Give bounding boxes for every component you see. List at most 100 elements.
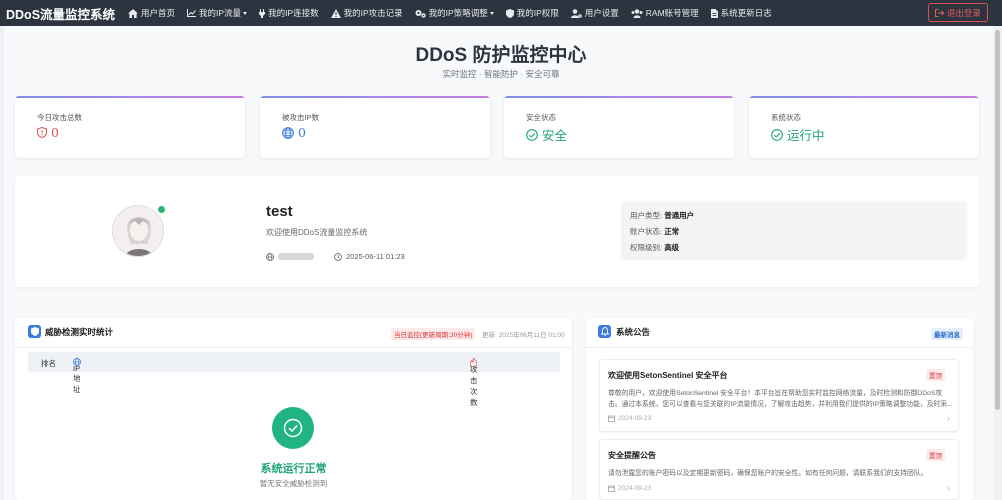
info-permission-level: 权限级别: 高级	[630, 242, 679, 253]
sign-out-icon	[934, 8, 944, 17]
avatar-illustration	[113, 206, 163, 256]
stat-label: 被攻击IP数	[282, 113, 320, 122]
clock-icon	[334, 252, 342, 261]
nav-item-attack-records[interactable]: 我的IP攻击记录	[325, 0, 409, 26]
globe-icon	[266, 252, 274, 261]
col-rank: 排名	[41, 359, 56, 368]
system-ok-badge	[272, 407, 314, 449]
date-text: 2024-09-23	[618, 415, 652, 422]
col-ip-label: IP 地址	[73, 364, 81, 394]
gears-icon	[415, 9, 426, 18]
stat-value: 0	[282, 125, 306, 140]
stat-text: 运行中	[787, 128, 825, 143]
calendar-icon	[608, 485, 615, 492]
warning-icon	[330, 8, 341, 18]
calendar-icon	[608, 415, 615, 422]
announcements-card: 系统公告 最新消息 欢迎使用SetonSentinel 安全平台 置顶 尊敬的用…	[586, 318, 973, 500]
shield-alert-icon	[37, 127, 47, 138]
table-header: 排名 IP 地址 攻击次数	[28, 352, 560, 407]
nav-item-label: 用户设置	[584, 8, 619, 18]
threat-stats-card: 威胁检测实时统计 当日监控(更新周期:30分钟) 更新: 2025年06月11日…	[15, 318, 572, 500]
profile-meta: 2025-06-11 01:23	[266, 252, 405, 261]
nav-item-ip-connections[interactable]: 我的IP连接数	[253, 0, 325, 26]
announcement-title: 安全提醒公告	[608, 451, 656, 460]
info-label: 用户类型:	[630, 211, 663, 220]
info-value: 正常	[664, 227, 680, 236]
logout-label: 退出登录	[946, 7, 981, 18]
stat-card-system-status: 系统状态 运行中	[749, 96, 979, 158]
pinned-badge: 置顶	[926, 449, 945, 461]
scrollbar-thumb[interactable]	[995, 30, 1000, 410]
nav-item-label: 我的IP流量	[199, 8, 242, 18]
stat-value: 运行中	[771, 125, 825, 144]
account-info-box: 用户类型: 普通用户 账户状态: 正常 权限级别: 高级	[622, 201, 966, 258]
announcement-date: 2024-09-23	[608, 415, 651, 422]
top-navbar: DDoS流量监控系统 用户首页 我的IP流量 我的IP连接数 我的IP攻击记录 …	[0, 0, 1002, 26]
card-header: 威胁检测实时统计 当日监控(更新周期:30分钟) 更新: 2025年06月11日…	[15, 318, 572, 348]
card-accent	[504, 96, 734, 98]
announcement-body: 请勿泄露您的账户密码以及定期更新密码，确保您账户的安全性。如有任何问题，请联系我…	[608, 470, 928, 477]
logout-button[interactable]: 退出登录	[927, 3, 988, 22]
brand-title[interactable]: DDoS流量监控系统	[0, 4, 122, 23]
info-value: 普通用户	[664, 211, 695, 220]
stat-card-attacks-today: 今日攻击总数 0	[15, 96, 245, 158]
date-text: 2024-09-23	[618, 485, 652, 492]
nav-item-ip-traffic[interactable]: 我的IP流量	[181, 0, 253, 26]
nav-item-label: 我的IP攻击记录	[343, 8, 403, 18]
update-time: 更新: 2025年06月11日 01:00	[482, 332, 565, 339]
announcement-title: 欢迎使用SetonSentinel 安全平台	[608, 371, 728, 380]
col-ip: IP 地址	[73, 358, 85, 394]
info-user-type: 用户类型: 普通用户	[630, 210, 694, 221]
online-status-dot	[156, 204, 167, 215]
users-icon	[631, 8, 643, 18]
info-value: 高级	[664, 243, 680, 252]
card-accent	[749, 96, 979, 98]
nav-item-changelog[interactable]: 系统更新日志	[705, 0, 778, 26]
info-label: 账户状态:	[630, 227, 663, 236]
redacted-ip	[278, 253, 314, 260]
file-icon	[710, 8, 718, 18]
chevron-down-icon	[243, 11, 248, 15]
stat-card-attacked-ips: 被攻击IP数 0	[260, 96, 490, 158]
page-subtitle: 实时监控 · 智能防护 · 安全可靠	[442, 69, 560, 79]
nav-item-policy[interactable]: 我的IP策略调整	[409, 0, 500, 26]
nav-item-permissions[interactable]: 我的IP权限	[500, 0, 565, 26]
page-title: DDoS 防护监控中心	[415, 45, 587, 66]
welcome-text: 欢迎使用DDoS流量监控系统	[266, 228, 368, 237]
nav-item-home[interactable]: 用户首页	[122, 0, 181, 26]
username: test	[266, 203, 293, 220]
stat-text: 安全	[542, 128, 568, 143]
stat-label: 今日攻击总数	[37, 113, 82, 122]
info-account-status: 账户状态: 正常	[630, 226, 679, 237]
page-scrollbar[interactable]	[993, 26, 1002, 500]
stat-label: 安全状态	[526, 113, 556, 122]
card-title: 系统公告	[616, 327, 651, 337]
nav-item-label: 用户首页	[141, 8, 176, 18]
announcement-item[interactable]: 欢迎使用SetonSentinel 安全平台 置顶 尊敬的用户，欢迎使用Seto…	[599, 359, 959, 432]
stat-number: 0	[298, 125, 306, 140]
globe-icon	[282, 126, 294, 139]
card-accent	[15, 96, 245, 98]
nav-item-label: 我的IP连接数	[268, 8, 319, 18]
latest-news-badge: 最新消息	[931, 328, 963, 340]
announcement-body: 尊敬的用户，欢迎使用SetonSentinel 安全平台！本平台旨在帮助您实时监…	[608, 390, 953, 408]
card-title: 威胁检测实时统计	[45, 327, 114, 337]
pinned-badge: 置顶	[926, 369, 945, 381]
stat-number: 0	[51, 125, 59, 140]
nav-item-ram-accounts[interactable]: RAM账号管理	[625, 0, 705, 26]
plug-icon	[259, 8, 266, 18]
card-header: 系统公告 最新消息	[586, 318, 973, 348]
nav-item-label: 我的IP权限	[516, 8, 559, 18]
nav-item-label: 我的IP策略调整	[428, 8, 488, 18]
nav-item-user-settings[interactable]: 用户设置	[565, 0, 625, 26]
home-icon	[128, 8, 138, 18]
chart-line-icon	[187, 9, 197, 17]
stat-value: 0	[37, 125, 59, 140]
stat-label: 系统状态	[771, 113, 801, 122]
chevron-down-icon	[489, 11, 494, 15]
user-gear-icon	[570, 8, 582, 18]
bell-icon	[598, 325, 611, 338]
check-circle-icon	[526, 128, 538, 141]
announcement-item[interactable]: 安全提醒公告 置顶 请勿泄露您的账户密码以及定期更新密码，确保您账户的安全性。如…	[599, 439, 959, 500]
col-attack-count: 攻击次数	[470, 358, 481, 407]
